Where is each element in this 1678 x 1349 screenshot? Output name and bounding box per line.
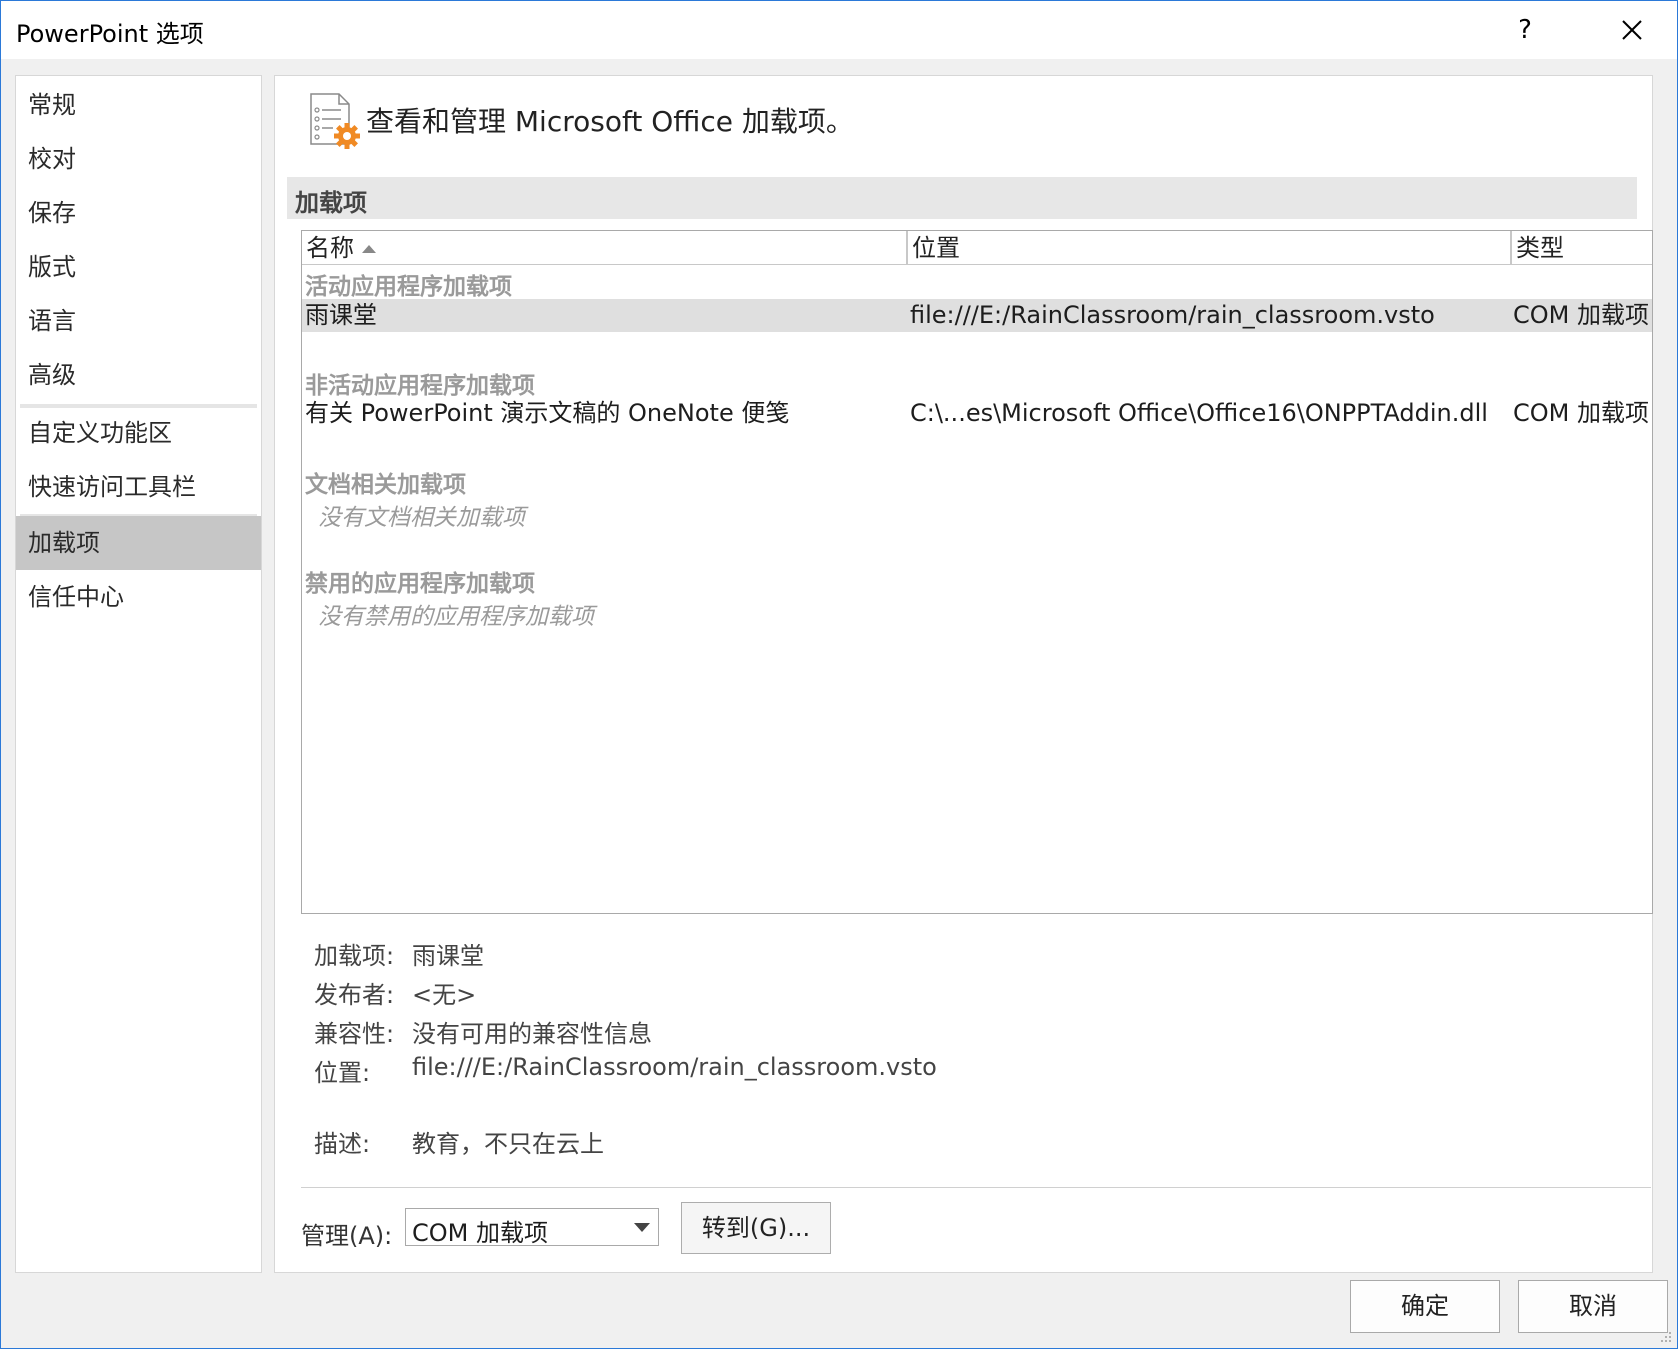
cell-location: file:///E:/RainClassroom/rain_classroom.… xyxy=(910,301,1435,329)
addin-gear-icon xyxy=(310,93,360,149)
window-title: PowerPoint 选项 xyxy=(16,20,204,48)
detail-desc-label: 描述: xyxy=(314,1130,371,1158)
addins-list[interactable]: 名称 位置 类型 活动应用程序加载项 雨课堂 file:///E:/RainCl… xyxy=(301,230,1653,914)
column-header-type-label: 类型 xyxy=(1516,234,1564,262)
help-button[interactable]: ? xyxy=(1503,9,1547,51)
empty-disabled-addins: 没有禁用的应用程序加载项 xyxy=(318,604,594,630)
ok-button[interactable]: 确定 xyxy=(1350,1280,1500,1333)
cancel-button[interactable]: 取消 xyxy=(1518,1280,1668,1333)
table-row[interactable]: 有关 PowerPoint 演示文稿的 OneNote 便笺 C:\...es\… xyxy=(302,397,1652,430)
sidebar-item-proofing[interactable]: 校对 xyxy=(16,132,261,186)
table-row[interactable]: 雨课堂 file:///E:/RainClassroom/rain_classr… xyxy=(302,299,1652,332)
cell-type: COM 加载项 xyxy=(1513,301,1649,329)
sidebar-item-save[interactable]: 保存 xyxy=(16,186,261,240)
detail-desc-value: 教育，不只在云上 xyxy=(412,1130,604,1158)
group-disabled-addins: 禁用的应用程序加载项 xyxy=(305,571,535,597)
sidebar-item-advanced[interactable]: 高级 xyxy=(16,348,261,402)
manage-label: 管理(A): xyxy=(301,1222,393,1250)
detail-compat-value: 没有可用的兼容性信息 xyxy=(412,1020,652,1048)
detail-location-value: file:///E:/RainClassroom/rain_classroom.… xyxy=(412,1053,937,1081)
column-header-location[interactable]: 位置 xyxy=(908,231,1512,265)
divider xyxy=(301,1187,1651,1188)
resize-grip-icon[interactable] xyxy=(1657,1328,1673,1344)
manage-select[interactable]: COM 加载项 xyxy=(405,1208,659,1247)
addins-panel: 查看和管理 Microsoft Office 加载项。 加载项 名称 位置 类型… xyxy=(274,75,1653,1273)
section-header: 加载项 xyxy=(287,177,1637,219)
page-title: 查看和管理 Microsoft Office 加载项。 xyxy=(366,105,854,138)
manage-select-value: COM 加载项 xyxy=(412,1219,548,1247)
detail-location-label: 位置: xyxy=(314,1059,371,1087)
sort-ascending-icon xyxy=(362,245,376,253)
empty-document-addins: 没有文档相关加载项 xyxy=(318,505,525,531)
section-title: 加载项 xyxy=(295,189,367,217)
cell-location: C:\...es\Microsoft Office\Office16\ONPPT… xyxy=(910,399,1488,427)
detail-addin-value: 雨课堂 xyxy=(412,942,484,970)
sidebar-item-language[interactable]: 语言 xyxy=(16,294,261,348)
column-header-type[interactable]: 类型 xyxy=(1512,231,1652,265)
sidebar-item-quick-access-toolbar[interactable]: 快速访问工具栏 xyxy=(16,460,261,514)
column-header-name[interactable]: 名称 xyxy=(302,231,908,265)
group-active-addins: 活动应用程序加载项 xyxy=(305,274,512,300)
column-header-name-label: 名称 xyxy=(306,234,354,262)
cell-name: 雨课堂 xyxy=(305,301,377,329)
title-bar: PowerPoint 选项 ? xyxy=(1,1,1677,59)
close-icon xyxy=(1622,20,1642,40)
goto-button[interactable]: 转到(G)... xyxy=(681,1202,831,1254)
close-button[interactable] xyxy=(1607,9,1657,51)
chevron-down-icon xyxy=(634,1223,650,1232)
sidebar-nav: 常规 校对 保存 版式 语言 高级 自定义功能区 快速访问工具栏 加载项 信任中… xyxy=(15,75,262,1273)
column-header-location-label: 位置 xyxy=(912,234,960,262)
sidebar-item-trust-center[interactable]: 信任中心 xyxy=(16,570,261,624)
cell-name: 有关 PowerPoint 演示文稿的 OneNote 便笺 xyxy=(305,399,790,427)
sidebar-item-customize-ribbon[interactable]: 自定义功能区 xyxy=(16,406,261,460)
sidebar-item-layout[interactable]: 版式 xyxy=(16,240,261,294)
group-document-addins: 文档相关加载项 xyxy=(305,472,466,498)
detail-publisher-label: 发布者: xyxy=(314,981,395,1009)
sidebar-item-general[interactable]: 常规 xyxy=(16,78,261,132)
cell-type: COM 加载项 xyxy=(1513,399,1649,427)
options-dialog: PowerPoint 选项 ? 常规 校对 保存 版式 语言 高级 自定义功能区… xyxy=(0,0,1678,1349)
detail-addin-label: 加载项: xyxy=(314,942,395,970)
detail-compat-label: 兼容性: xyxy=(314,1020,395,1048)
group-inactive-addins: 非活动应用程序加载项 xyxy=(305,373,535,399)
detail-publisher-value: <无> xyxy=(412,981,477,1009)
sidebar-item-addins[interactable]: 加载项 xyxy=(16,516,261,570)
